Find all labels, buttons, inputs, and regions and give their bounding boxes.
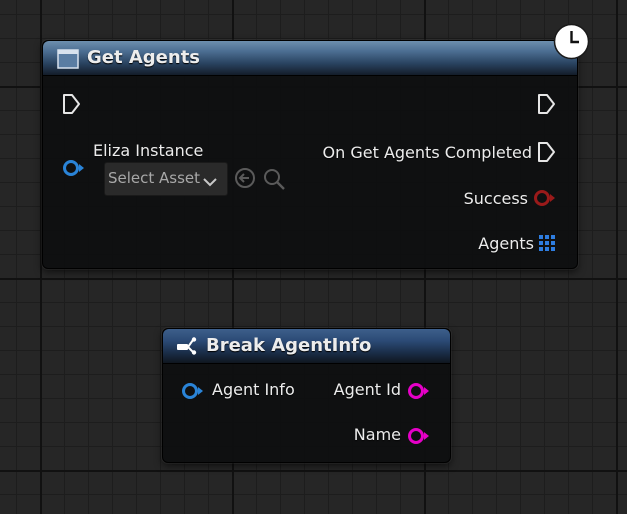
eliza-instance-label: Eliza Instance [93,141,204,160]
asset-picker-value: Select Asset [108,169,201,187]
agent-id-label: Agent Id [333,380,401,399]
chevron-down-icon [203,172,217,191]
agent-info-pin[interactable] [181,382,205,404]
break-agentinfo-node[interactable]: Break AgentInfo Agent Info Agent Id Name [162,328,451,463]
name-label: Name [353,425,401,444]
success-label: Success [463,189,528,208]
get-agents-node[interactable]: Get Agents Eliza Instance Select Asset O… [42,40,578,269]
function-icon [57,49,79,73]
node-title: Get Agents [87,47,201,68]
agents-label: Agents [478,234,534,253]
on-get-agents-completed-label: On Get Agents Completed [322,143,532,162]
agent-id-pin[interactable] [407,382,431,404]
use-selected-asset-icon[interactable] [234,167,256,193]
exec-in-pin[interactable] [62,93,82,119]
name-pin[interactable] [407,427,431,449]
agents-array-pin[interactable] [539,235,557,257]
on-get-agents-completed-pin[interactable] [537,141,557,167]
clock-icon [553,23,590,64]
get-agents-node-header[interactable]: Get Agents [43,41,577,76]
exec-out-pin[interactable] [537,93,557,119]
eliza-instance-pin[interactable] [62,159,86,181]
break-agentinfo-node-header[interactable]: Break AgentInfo [163,329,450,364]
node-title: Break AgentInfo [206,335,372,356]
break-struct-icon [176,336,198,360]
success-pin[interactable] [533,189,557,211]
asset-picker-dropdown[interactable]: Select Asset [104,162,228,196]
search-icon[interactable] [262,167,286,195]
agent-info-label: Agent Info [212,380,295,399]
